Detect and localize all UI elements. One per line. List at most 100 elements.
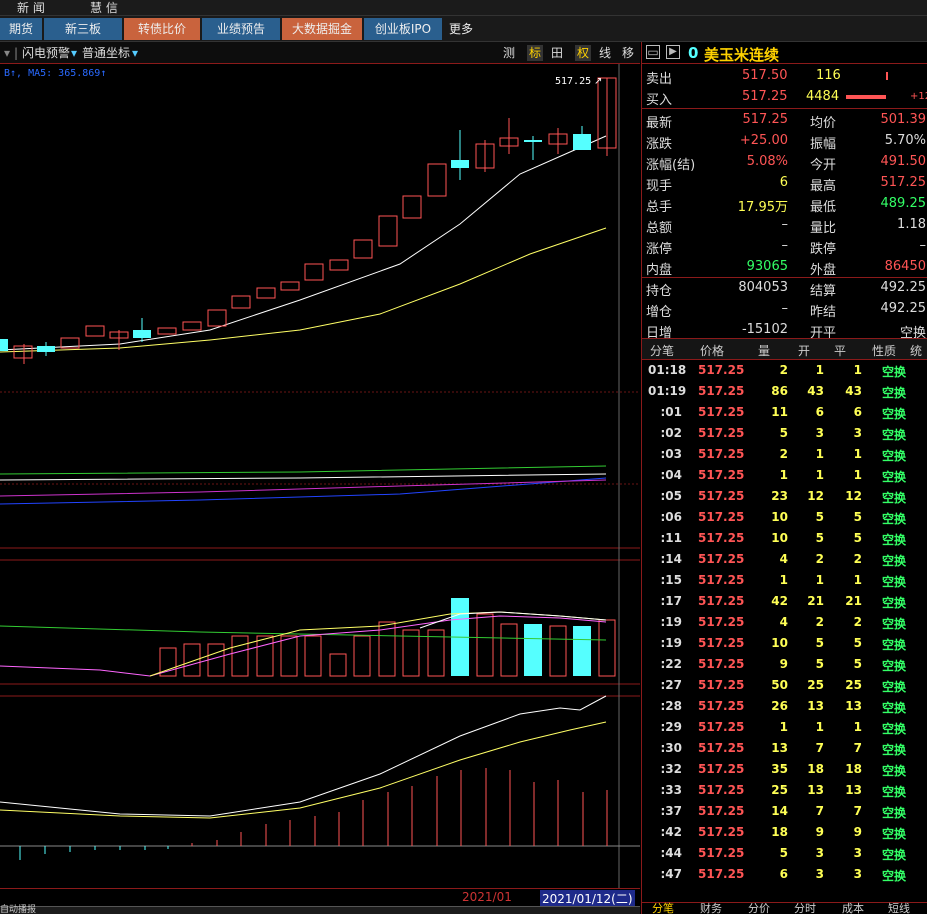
bottom-left-tabbar: 自动播报	[0, 905, 640, 914]
tick-close: 5	[853, 636, 862, 650]
tick-row[interactable]: :01 517.25 11 6 6 空换	[642, 402, 927, 423]
window-icon[interactable]: ▭	[646, 45, 660, 59]
tick-time: :15	[660, 573, 683, 587]
tick-row[interactable]: :14 517.25 4 2 2 空换	[642, 549, 927, 570]
tick-volume: 42	[771, 594, 788, 608]
tick-row[interactable]: :42 517.25 18 9 9 空换	[642, 822, 927, 843]
tick-row[interactable]: :02 517.25 5 3 3 空换	[642, 423, 927, 444]
tick-nature: 空换	[882, 638, 907, 652]
separator: |	[14, 46, 19, 60]
tick-volume: 2	[779, 363, 788, 377]
tool-line[interactable]: 线	[599, 45, 611, 61]
tick-row[interactable]: 01:19 517.25 86 43 43 空换	[642, 381, 927, 402]
function-toolbar: 期货 新三板 转债比价 业绩预告 大数据掘金 创业板IPO 更多	[0, 16, 927, 42]
col-close[interactable]: 平	[834, 342, 846, 359]
tick-open: 21	[807, 594, 824, 608]
tick-row[interactable]: :11 517.25 10 5 5 空换	[642, 528, 927, 549]
tick-row[interactable]: :06 517.25 10 5 5 空换	[642, 507, 927, 528]
auto-broadcast-tab[interactable]: 自动播报	[0, 905, 36, 914]
flash-alert-button[interactable]: 闪电预警	[22, 45, 70, 61]
toolbar-convertible[interactable]: 转债比价	[124, 18, 200, 40]
tick-open: 5	[815, 636, 824, 650]
tab-price-dist[interactable]: 分价	[748, 903, 770, 914]
tick-row[interactable]: :15 517.25 1 1 1 空换	[642, 570, 927, 591]
tool-measure[interactable]: 测	[503, 45, 515, 61]
contract-code: 0	[688, 44, 699, 62]
tick-row[interactable]: :05 517.25 23 12 12 空换	[642, 486, 927, 507]
toolbar-more[interactable]: 更多	[444, 18, 478, 40]
tick-row[interactable]: :19 517.25 10 5 5 空换	[642, 633, 927, 654]
tick-time: :19	[660, 615, 683, 629]
tick-price: 517.25	[698, 846, 745, 860]
quote-label: 总手	[646, 200, 673, 215]
tick-nature: 空换	[882, 722, 907, 736]
toolbar-earnings[interactable]: 业绩预告	[202, 18, 280, 40]
tick-row[interactable]: :37 517.25 14 7 7 空换	[642, 801, 927, 822]
tick-row[interactable]: :22 517.25 9 5 5 空换	[642, 654, 927, 675]
col-nature[interactable]: 性质	[872, 342, 896, 359]
toolbar-neeq[interactable]: 新三板	[44, 18, 122, 40]
tick-volume: 1	[779, 720, 788, 734]
tick-close: 21	[845, 594, 862, 608]
tab-intraday[interactable]: 分时	[794, 903, 816, 914]
tool-rights[interactable]: 权	[575, 45, 592, 61]
tick-time: :44	[660, 846, 683, 860]
tick-row[interactable]: :44 517.25 5 3 3 空换	[642, 843, 927, 864]
tick-time: :14	[660, 552, 683, 566]
chevron-down-icon[interactable]: ▾	[4, 45, 10, 61]
tick-row[interactable]: :03 517.25 2 1 1 空换	[642, 444, 927, 465]
tick-nature: 空换	[882, 575, 907, 589]
tab-ticks[interactable]: 分笔	[652, 903, 674, 914]
kline-chart[interactable]: B↑, MA5: 365.869↑ 517.25 ↗	[0, 64, 640, 914]
bid-label: 买入	[646, 93, 673, 108]
bid-volume: 4484	[806, 89, 840, 104]
tick-row[interactable]: :17 517.25 42 21 21 空换	[642, 591, 927, 612]
quote-label: 涨幅(结)	[646, 158, 696, 173]
tool-grid[interactable]: 田	[551, 45, 563, 61]
tick-volume: 35	[771, 762, 788, 776]
tab-cost[interactable]: 成本	[842, 903, 864, 914]
tick-nature: 空换	[882, 869, 907, 883]
tool-move[interactable]: 移	[622, 45, 634, 61]
tick-row[interactable]: :27 517.25 50 25 25 空换	[642, 675, 927, 696]
play-icon[interactable]: ▶	[666, 45, 680, 59]
chevron-down-icon[interactable]: ▾	[71, 45, 77, 61]
tick-row[interactable]: :47 517.25 6 3 3 空换	[642, 864, 927, 885]
tick-row[interactable]: :33 517.25 25 13 13 空换	[642, 780, 927, 801]
col-price[interactable]: 价格	[700, 342, 724, 359]
tab-finance[interactable]: 财务	[700, 903, 722, 914]
tick-time: :03	[660, 447, 683, 461]
col-open[interactable]: 开	[798, 342, 810, 359]
tick-volume: 26	[771, 699, 788, 713]
tick-row[interactable]: :32 517.25 35 18 18 空换	[642, 759, 927, 780]
ticks-header: 分笔 价格 量 开 平 性质 统	[642, 338, 927, 360]
tick-close: 3	[853, 846, 862, 860]
nav-news[interactable]: 新 闻	[17, 0, 45, 16]
tick-time: :11	[660, 531, 683, 545]
ask-volume: 116	[816, 68, 841, 83]
toolbar-bigdata[interactable]: 大数据掘金	[282, 18, 362, 40]
tick-row[interactable]: :28 517.25 26 13 13 空换	[642, 696, 927, 717]
tick-row[interactable]: :04 517.25 1 1 1 空换	[642, 465, 927, 486]
quote-label: 涨停	[646, 242, 673, 257]
tick-time: :01	[660, 405, 683, 419]
quote-label: 外盘	[810, 263, 837, 278]
tick-row[interactable]: :29 517.25 1 1 1 空换	[642, 717, 927, 738]
date-axis: 2021/01 2021/01/12(二)	[0, 888, 640, 907]
tick-row[interactable]: :19 517.25 4 2 2 空换	[642, 612, 927, 633]
tick-row[interactable]: 01:18 517.25 2 1 1 空换	[642, 360, 927, 381]
col-time[interactable]: 分笔	[650, 342, 674, 359]
chevron-down-icon[interactable]: ▾	[132, 45, 138, 61]
tick-open: 5	[815, 510, 824, 524]
col-stat[interactable]: 统	[910, 342, 922, 359]
coord-mode-select[interactable]: 普通坐标	[82, 45, 130, 61]
tab-short[interactable]: 短线	[888, 903, 910, 914]
toolbar-gem-ipo[interactable]: 创业板IPO	[364, 18, 442, 40]
nav-huixin[interactable]: 慧 信	[90, 0, 118, 16]
toolbar-futures[interactable]: 期货	[0, 18, 42, 40]
tick-close: 13	[845, 699, 862, 713]
tick-row[interactable]: :30 517.25 13 7 7 空换	[642, 738, 927, 759]
quote-label: 最高	[810, 179, 837, 194]
col-volume[interactable]: 量	[758, 342, 770, 359]
tool-mark[interactable]: 标	[527, 45, 544, 61]
